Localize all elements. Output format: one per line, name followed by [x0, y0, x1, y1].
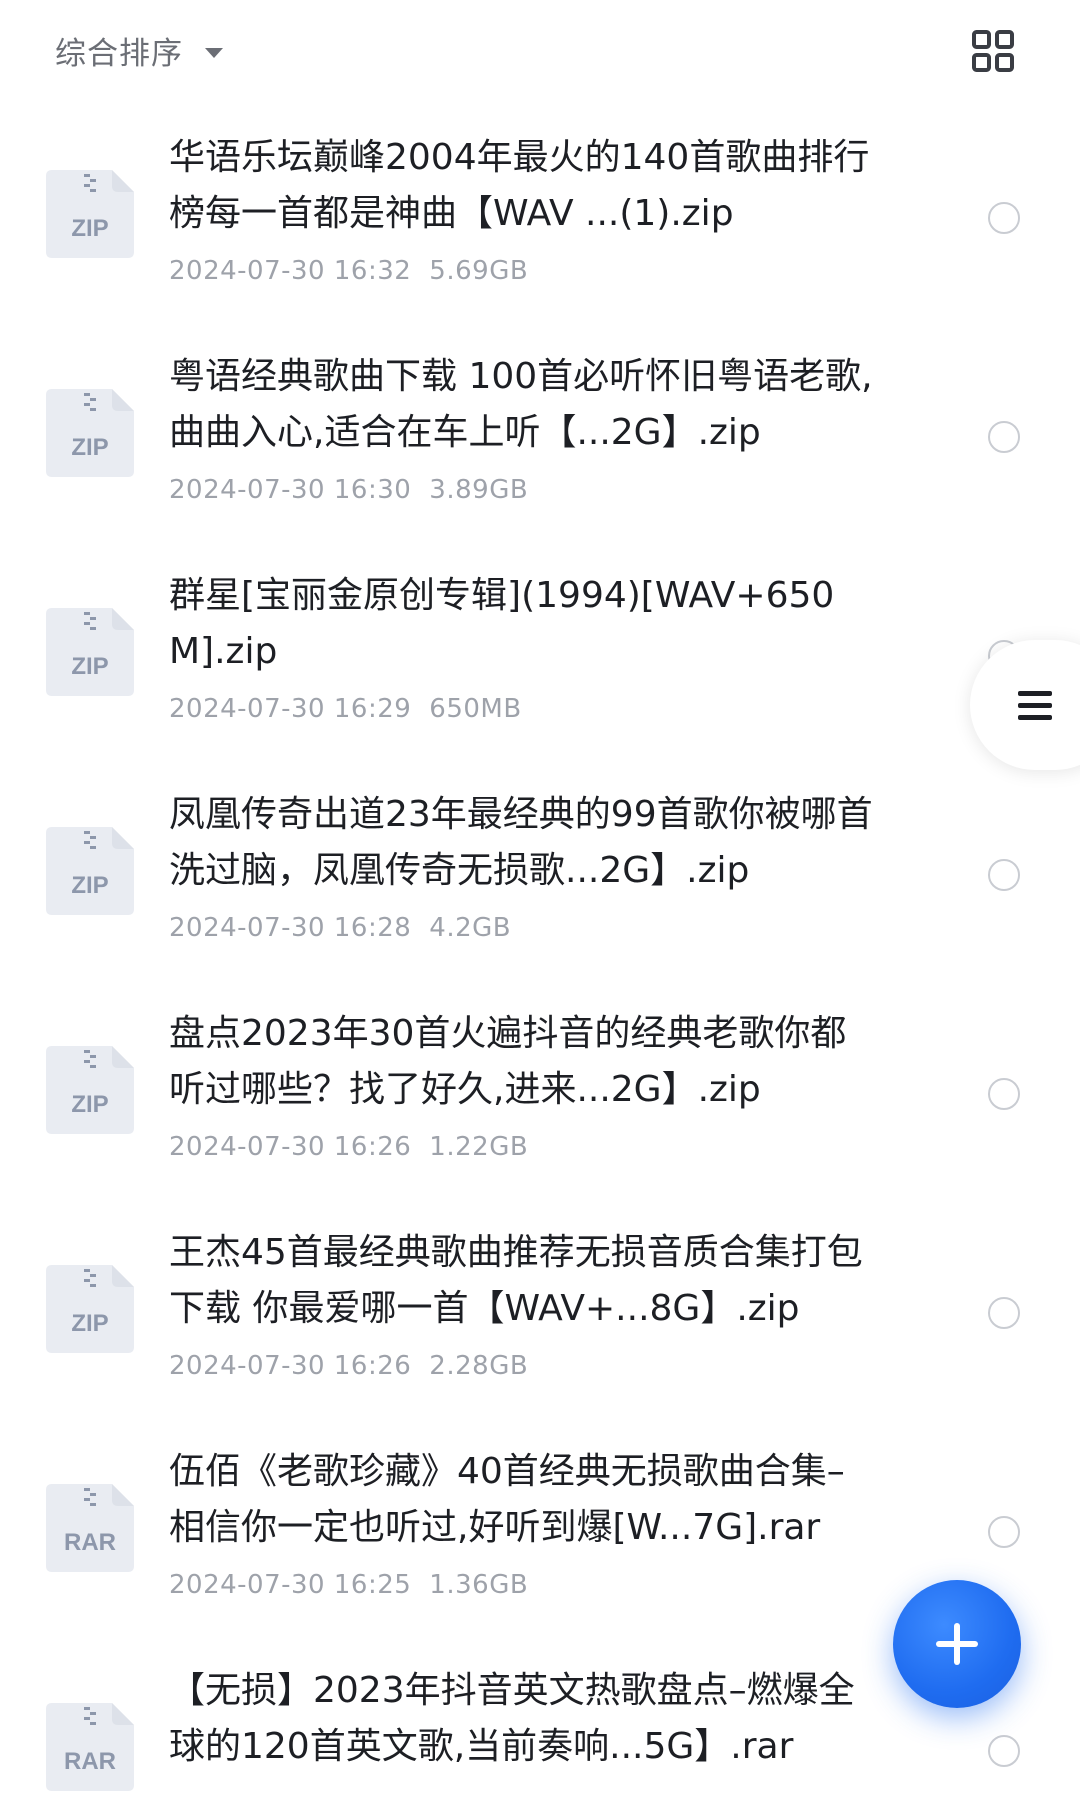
archive-file-icon: ZIP — [46, 1046, 134, 1134]
file-row[interactable]: ZIP 华语乐坛巅峰2004年最火的140首歌曲排行榜每一首都是神曲【WAV ..… — [0, 130, 1080, 349]
select-radio[interactable] — [988, 1516, 1020, 1548]
file-row[interactable]: ZIP 凤凰传奇出道23年最经典的99首歌你被哪首洗过脑，凤凰传奇无损歌...2G… — [0, 787, 1080, 1006]
file-meta: 2024-07-30 16:25 1.36GB — [169, 1570, 528, 1600]
file-meta: 2024-07-30 16:30 3.89GB — [169, 475, 528, 505]
file-size: 1.22GB — [429, 1132, 529, 1162]
file-size: 3.89GB — [429, 475, 529, 505]
file-size: 1.36GB — [429, 1570, 529, 1600]
file-row[interactable]: ZIP 盘点2023年30首火遍抖音的经典老歌你都听过哪些？找了好久,进来...2… — [0, 1006, 1080, 1225]
file-meta: 2024-07-30 16:26 2.28GB — [169, 1351, 528, 1381]
menu-lines-icon — [1018, 691, 1052, 727]
file-name: 凤凰传奇出道23年最经典的99首歌你被哪首洗过脑，凤凰传奇无损歌...2G】.z… — [169, 794, 873, 891]
file-date: 2024-07-30 16:26 — [169, 1351, 412, 1381]
file-meta: 2024-07-30 16:29 650MB — [169, 694, 522, 724]
file-date: 2024-07-30 16:28 — [169, 913, 412, 943]
archive-file-icon: ZIP — [46, 389, 134, 477]
file-date: 2024-07-30 16:30 — [169, 475, 412, 505]
file-date: 2024-07-30 16:29 — [169, 694, 412, 724]
caret-down-icon — [205, 47, 223, 58]
file-name: 王杰45首最经典歌曲推荐无损音质合集打包下载 你最爱哪一首【WAV+...8G】… — [169, 1232, 863, 1329]
plus-icon-stroke — [954, 1623, 960, 1665]
archive-file-icon: RAR — [46, 1703, 134, 1791]
file-meta — [169, 1789, 187, 1813]
select-radio[interactable] — [988, 1297, 1020, 1329]
archive-file-icon: ZIP — [46, 170, 134, 258]
file-name: 伍佰《老歌珍藏》40首经典无损歌曲合集–相信你一定也听过,好听到爆[W...7G… — [169, 1451, 845, 1548]
file-meta: 2024-07-30 16:32 5.69GB — [169, 256, 528, 286]
file-date: 2024-07-30 16:25 — [169, 1570, 412, 1600]
file-list-screen: 综合排序 ZIP 华语乐坛巅峰2004年最火的140首歌曲排行榜每一首都是神曲【W… — [0, 0, 1080, 1813]
file-size: 2.28GB — [429, 1351, 529, 1381]
toolbar: 综合排序 — [0, 0, 1080, 100]
select-radio[interactable] — [988, 1078, 1020, 1110]
file-size: 4.2GB — [429, 913, 512, 943]
file-row[interactable]: ZIP 群星[宝丽金原创专辑](1994)[WAV+650M].zip 2024-0… — [0, 568, 1080, 787]
file-row[interactable]: ZIP 王杰45首最经典歌曲推荐无损音质合集打包下载 你最爱哪一首【WAV+...… — [0, 1225, 1080, 1444]
archive-file-icon: RAR — [46, 1484, 134, 1572]
select-radio[interactable] — [988, 202, 1020, 234]
file-name: 盘点2023年30首火遍抖音的经典老歌你都听过哪些？找了好久,进来...2G】.… — [169, 1013, 847, 1110]
file-type-label: RAR — [64, 1748, 116, 1775]
archive-file-icon: ZIP — [46, 827, 134, 915]
select-radio[interactable] — [988, 1735, 1020, 1767]
file-name: 群星[宝丽金原创专辑](1994)[WAV+650M].zip — [169, 575, 835, 672]
file-meta: 2024-07-30 16:26 1.22GB — [169, 1132, 528, 1162]
file-type-label: ZIP — [71, 872, 108, 899]
file-date: 2024-07-30 16:26 — [169, 1132, 412, 1162]
file-type-label: ZIP — [71, 1310, 108, 1337]
file-type-label: ZIP — [71, 653, 108, 680]
file-size: 650MB — [429, 694, 522, 724]
file-type-label: ZIP — [71, 215, 108, 242]
select-radio[interactable] — [988, 859, 1020, 891]
file-date: 2024-07-30 16:32 — [169, 256, 412, 286]
file-type-label: ZIP — [71, 434, 108, 461]
file-name: 华语乐坛巅峰2004年最火的140首歌曲排行榜每一首都是神曲【WAV ...(1… — [169, 137, 870, 234]
select-radio[interactable] — [988, 421, 1020, 453]
archive-file-icon: ZIP — [46, 1265, 134, 1353]
sort-label: 综合排序 — [55, 36, 183, 72]
file-size: 5.69GB — [429, 256, 529, 286]
file-type-label: RAR — [64, 1529, 116, 1556]
add-button[interactable] — [893, 1580, 1021, 1708]
file-row[interactable]: ZIP 粤语经典歌曲下载 100首必听怀旧粤语老歌,曲曲入心,适合在车上听【...… — [0, 349, 1080, 568]
archive-file-icon: ZIP — [46, 608, 134, 696]
file-meta: 2024-07-30 16:28 4.2GB — [169, 913, 511, 943]
file-type-label: ZIP — [71, 1091, 108, 1118]
sort-dropdown[interactable]: 综合排序 — [55, 28, 223, 73]
file-name: 【无损】2023年抖音英文热歌盘点–燃爆全球的120首英文歌,当前奏响...5G… — [169, 1670, 855, 1767]
file-name: 粤语经典歌曲下载 100首必听怀旧粤语老歌,曲曲入心,适合在车上听【...2G】… — [169, 356, 873, 453]
grid-view-icon[interactable] — [971, 29, 1015, 73]
